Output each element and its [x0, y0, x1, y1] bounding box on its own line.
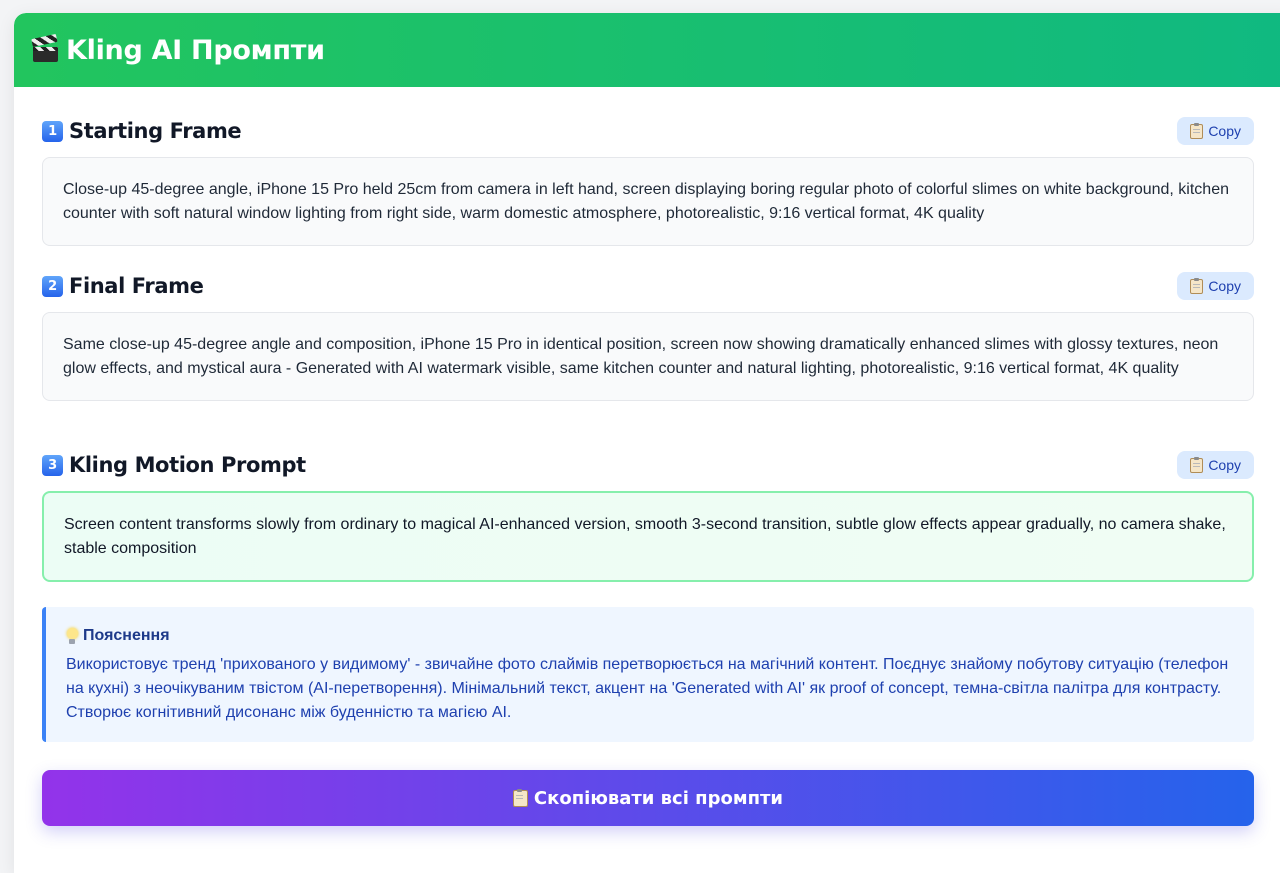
starting-frame-prompt: Close-up 45-degree angle, iPhone 15 Pro … — [42, 157, 1254, 246]
section-header: 1 Starting Frame Copy — [42, 117, 1254, 145]
section-header: 2 Final Frame Copy — [42, 272, 1254, 300]
clipboard-icon — [1190, 122, 1204, 139]
section-title: 3 Kling Motion Prompt — [42, 453, 306, 477]
header: Kling AI Промпти — [14, 13, 1280, 87]
section-motion-prompt: 3 Kling Motion Prompt Copy Screen conten… — [42, 451, 1254, 582]
final-frame-prompt: Same close-up 45-degree angle and compos… — [42, 312, 1254, 401]
section-title-text: Starting Frame — [69, 119, 242, 143]
section-title-text: Kling Motion Prompt — [69, 453, 306, 477]
copy-label: Copy — [1208, 457, 1241, 473]
explanation-text: Використовує тренд 'прихованого у видимо… — [66, 656, 1229, 721]
copy-starting-frame-button[interactable]: Copy — [1177, 117, 1254, 145]
number-2-icon: 2 — [42, 275, 63, 297]
section-final-frame: 2 Final Frame Copy Same close-up 45-degr… — [42, 272, 1254, 401]
explanation-box: Пояснення Використовує тренд 'прихованог… — [42, 607, 1254, 742]
explanation-title: Пояснення — [83, 627, 170, 644]
copy-label: Copy — [1208, 278, 1241, 294]
copy-label: Copy — [1208, 123, 1241, 139]
section-header: 3 Kling Motion Prompt Copy — [42, 451, 1254, 479]
number-3-icon: 3 — [42, 454, 63, 476]
number-1-icon: 1 — [42, 120, 63, 142]
section-title-text: Final Frame — [69, 274, 204, 298]
section-starting-frame: 1 Starting Frame Copy Close-up 45-degree… — [42, 117, 1254, 246]
copy-all-label: Скопіювати всі промпти — [533, 787, 784, 809]
clapperboard-icon — [31, 33, 60, 63]
explanation-header: Пояснення — [66, 627, 1234, 645]
clipboard-icon — [512, 788, 528, 807]
section-title: 1 Starting Frame — [42, 119, 242, 143]
page-title-text: Kling AI Промпти — [66, 34, 325, 66]
copy-motion-prompt-button[interactable]: Copy — [1177, 451, 1254, 479]
clipboard-icon — [1190, 277, 1204, 294]
motion-prompt: Screen content transforms slowly from or… — [42, 491, 1254, 582]
section-title: 2 Final Frame — [42, 274, 204, 298]
lightbulb-icon — [66, 627, 78, 645]
page-title: Kling AI Промпти — [31, 33, 325, 66]
copy-final-frame-button[interactable]: Copy — [1177, 272, 1254, 300]
copy-all-prompts-button[interactable]: Скопіювати всі промпти — [42, 770, 1254, 826]
clipboard-icon — [1190, 456, 1204, 473]
